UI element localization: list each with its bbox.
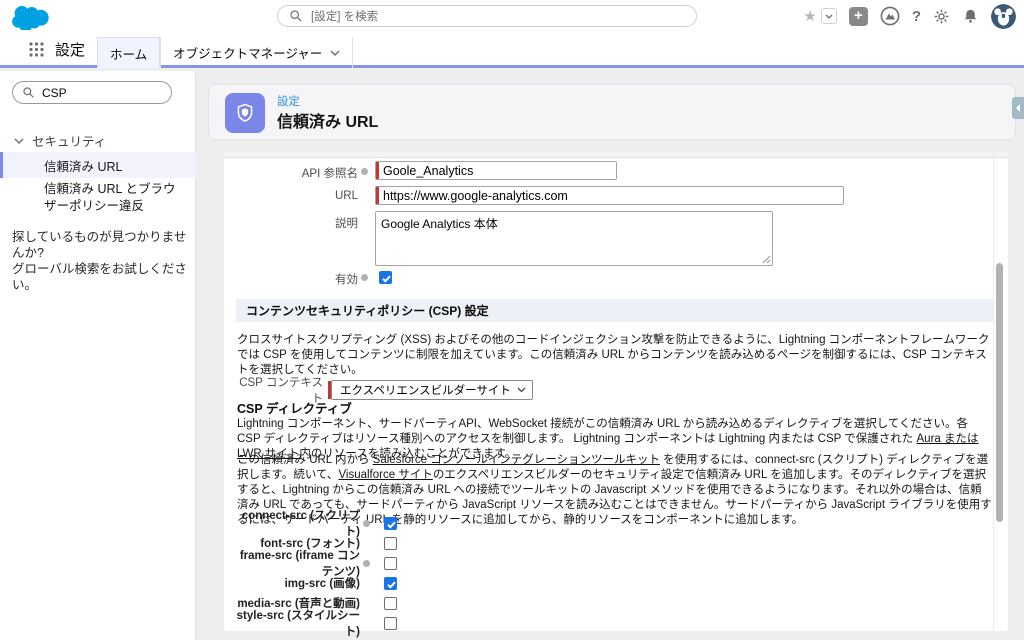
- csp-section-header: コンテンツセキュリティポリシー (CSP) 設定: [236, 299, 993, 322]
- sidebar-search[interactable]: [12, 81, 172, 104]
- page-eyebrow: 設定: [277, 93, 300, 109]
- api-name-input[interactable]: Goole_Analytics: [375, 161, 617, 180]
- search-icon: [23, 87, 34, 98]
- form-top-divider: [224, 152, 1008, 158]
- required-indicator: [328, 381, 331, 399]
- info-icon[interactable]: [363, 560, 370, 567]
- tab-object-manager[interactable]: オブジェクトマネージャー: [160, 37, 353, 68]
- global-header: [設定] を検索 ★ + ?: [0, 0, 1024, 32]
- csp-intro-text: クロスサイトスクリプティング (XSS) およびその他のコードインジェクション攻…: [237, 333, 993, 378]
- favorites-caret-icon[interactable]: [821, 8, 837, 24]
- setup-sidebar: セキュリティ 信頼済み URL 信頼済み URL とブラウザーポリシー違反 探し…: [0, 71, 196, 640]
- favorites-star-icon[interactable]: ★: [803, 9, 816, 24]
- app-launcher-icon[interactable]: [29, 42, 44, 57]
- description-label: 説明: [236, 211, 358, 231]
- description-textarea[interactable]: Google Analytics 本体: [375, 211, 773, 266]
- chevron-down-icon: [14, 138, 24, 144]
- api-name-label: API 参照名: [236, 161, 358, 181]
- csp-context-select[interactable]: エクスペリエンスビルダーサイト: [331, 380, 533, 400]
- notifications-bell-icon[interactable]: [962, 8, 979, 25]
- active-checkbox[interactable]: [379, 271, 392, 284]
- collapse-help-panel-button[interactable]: [1012, 97, 1024, 119]
- font-src-checkbox[interactable]: [384, 537, 397, 550]
- resize-grip-icon[interactable]: [762, 255, 771, 264]
- help-icon[interactable]: ?: [912, 8, 921, 25]
- setup-nav-bar: 設定 ホーム オブジェクトマネージャー: [0, 32, 1024, 68]
- active-label: 有効: [236, 271, 358, 287]
- info-icon[interactable]: [361, 274, 368, 281]
- info-icon[interactable]: [361, 168, 368, 175]
- global-search[interactable]: [設定] を検索: [277, 5, 697, 27]
- search-icon: [290, 10, 302, 22]
- csp-directives-title: CSP ディレクティブ: [237, 398, 352, 417]
- directive-label: img-src (画像): [236, 575, 360, 591]
- required-indicator: [376, 187, 379, 204]
- trailhead-icon[interactable]: [880, 6, 900, 26]
- setup-gear-icon[interactable]: [933, 8, 950, 25]
- app-name: 設定: [55, 39, 85, 60]
- frame-src-checkbox[interactable]: [384, 557, 397, 570]
- tab-home[interactable]: ホーム: [97, 37, 160, 68]
- add-icon[interactable]: +: [849, 7, 868, 26]
- page-header: 設定 信頼済み URL: [208, 84, 1016, 140]
- required-indicator: [376, 162, 379, 179]
- media-src-checkbox[interactable]: [384, 597, 397, 610]
- sidebar-item-trusted-urls-violations[interactable]: 信頼済み URL とブラウザーポリシー違反: [0, 181, 196, 215]
- trusted-url-shield-icon: [225, 93, 265, 133]
- select-caret-icon: [517, 387, 526, 393]
- url-label: URL: [236, 186, 358, 202]
- connect-src-checkbox[interactable]: [384, 517, 397, 530]
- page-title: 信頼済み URL: [277, 108, 378, 132]
- inline-link[interactable]: Visualforce サイト: [338, 469, 432, 481]
- content-right-border: [993, 152, 994, 631]
- info-icon[interactable]: [363, 520, 370, 527]
- img-src-checkbox[interactable]: [384, 577, 397, 590]
- style-src-checkbox[interactable]: [384, 617, 397, 630]
- chevron-down-icon: [330, 50, 340, 56]
- salesforce-setup-app: [設定] を検索 ★ + ? 設定 ホーム オブジェクトマネージャー: [0, 0, 1024, 640]
- sidebar-help-text: 探しているものが見つかりませんか? グローバル検索をお試しください。: [12, 229, 195, 293]
- sidebar-item-trusted-urls[interactable]: 信頼済み URL: [0, 152, 196, 178]
- sidebar-search-input[interactable]: [42, 86, 152, 100]
- salesforce-logo[interactable]: [10, 4, 50, 30]
- user-avatar[interactable]: [991, 4, 1016, 29]
- vertical-scrollbar[interactable]: [996, 263, 1003, 522]
- global-search-placeholder: [設定] を検索: [311, 8, 378, 24]
- trusted-url-edit-form: API 参照名 Goole_Analytics URL https://www.…: [224, 152, 1008, 631]
- inline-link[interactable]: Salesforce コンソールインテグレーションツールキット: [373, 454, 660, 466]
- sidebar-section-security[interactable]: セキュリティ: [14, 131, 106, 150]
- url-input[interactable]: https://www.google-analytics.com: [375, 186, 844, 205]
- directive-label: style-src (スタイルシート): [236, 607, 360, 639]
